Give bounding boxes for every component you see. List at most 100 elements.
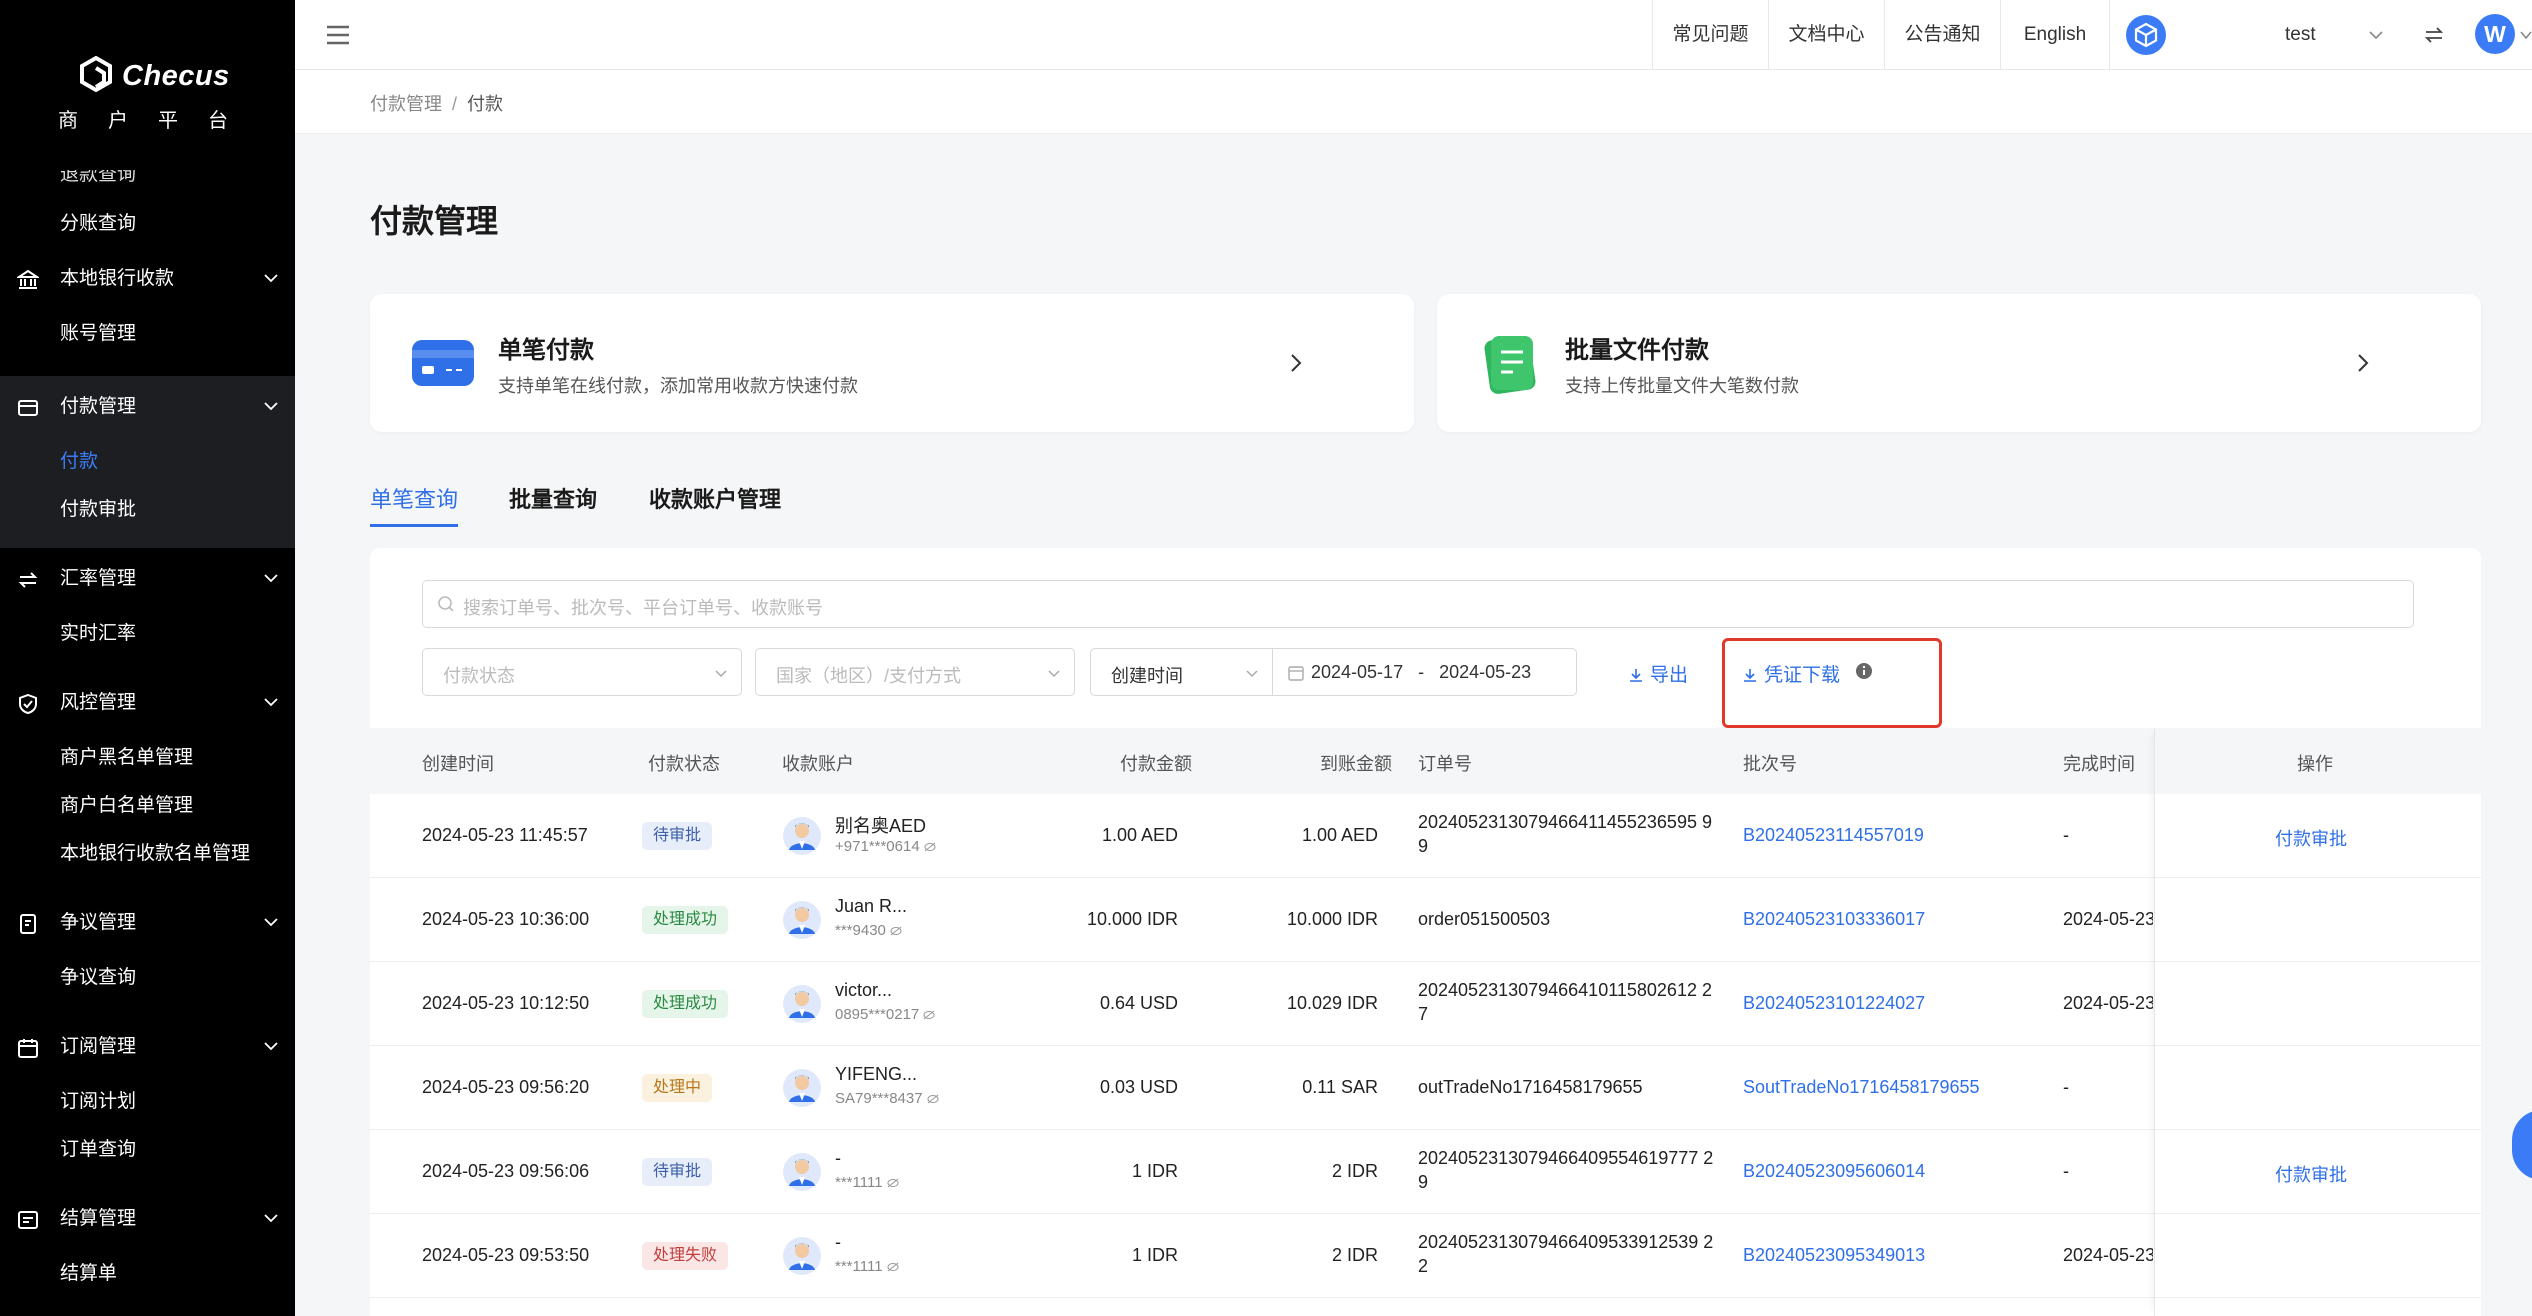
chevron-down-icon (264, 698, 278, 707)
batch-no-link[interactable]: B20240523095606014 (1743, 1161, 1925, 1182)
order-no: order051500503 (1418, 909, 1551, 929)
sidebar-item-label: 订阅计划 (60, 1091, 137, 1112)
tab-payee-accounts[interactable]: 收款账户管理 (649, 482, 781, 514)
time-type-select[interactable]: 创建时间 (1090, 648, 1273, 696)
col-order-no: 订单号 (1418, 754, 1472, 774)
date-range-text: 2024-05-17 - 2024-05-23 (1311, 662, 1531, 683)
chevron-down-icon[interactable] (2368, 28, 2384, 42)
status-select[interactable]: 付款状态 (422, 648, 742, 696)
chevron-down-icon (264, 1214, 278, 1223)
page-title: 付款管理 (370, 203, 499, 239)
date-start: 2024-05-17 (1311, 662, 1404, 682)
breadcrumb: 付款管理 / 付款 (370, 90, 503, 116)
sidebar-group-risk[interactable]: 风控管理 (0, 672, 295, 734)
tab-batch-query[interactable]: 批量查询 (509, 482, 597, 514)
brand-logo[interactable]: Checus 商户平台 (0, 0, 295, 170)
finish-time: - (2063, 1161, 2069, 1181)
sidebar-item-whitelist[interactable]: 商户白名单管理 (0, 782, 295, 830)
created-time: 2024-05-23 09:56:06 (422, 1161, 590, 1181)
payee-avatar (782, 816, 822, 856)
payee-account-no: ***1111 (835, 1174, 899, 1191)
chevron-down-icon (264, 574, 278, 583)
sidebar-item-order-query[interactable]: 订单查询 (0, 1126, 295, 1174)
finish-time: 2024-05-23 (2063, 1245, 2153, 1265)
sidebar-group-local-bank[interactable]: 本地银行收款 (0, 248, 295, 310)
batch-no-link[interactable]: B20240523114557019 (1743, 825, 1924, 846)
batch-no-link[interactable]: B20240523103336017 (1743, 909, 1925, 930)
finish-time: 2024-05-23 (2063, 993, 2153, 1013)
sidebar-item-split-query[interactable]: 分账查询 (0, 200, 295, 248)
sidebar-item-label: 商户黑名单管理 (60, 747, 194, 768)
sidebar-item-subscription-plan[interactable]: 订阅计划 (0, 1078, 295, 1126)
eye-off-icon[interactable] (927, 1094, 939, 1104)
bank-icon (17, 269, 39, 289)
merchant-cube-icon[interactable] (2125, 14, 2167, 56)
sidebar-item-refund-query[interactable]: 退款查询 (0, 170, 295, 200)
eye-off-icon[interactable] (924, 842, 936, 852)
eye-off-icon[interactable] (890, 926, 902, 936)
sidebar: Checus 商户平台 退款查询 分账查询 本地银行收款 账号管理 付款管理 付… (0, 0, 295, 1316)
language-switch[interactable]: English (2000, 0, 2110, 70)
checus-logo-icon (80, 56, 112, 93)
tab-single-query[interactable]: 单笔查询 (370, 482, 459, 527)
payee-name: Juan R... (835, 896, 908, 916)
country-method-select[interactable]: 国家（地区）/支付方式 (755, 648, 1075, 696)
payee-avatar (782, 984, 822, 1024)
payee-avatar (782, 1236, 822, 1276)
batch-file-payment-card[interactable]: 批量文件付款 支持上传批量文件大笔数付款 (1437, 294, 2481, 432)
sidebar-item-account-manage[interactable]: 账号管理 (0, 310, 295, 358)
user-avatar[interactable]: W (2475, 14, 2515, 54)
batch-no-link[interactable]: SoutTradeNo1716458179655 (1743, 1077, 1980, 1098)
docs-link[interactable]: 文档中心 (1768, 0, 1884, 70)
sidebar-item-realtime-rate[interactable]: 实时汇率 (0, 610, 295, 658)
faq-link[interactable]: 常见问题 (1652, 0, 1768, 70)
created-time: 2024-05-23 10:36:00 (422, 909, 590, 929)
brand-name: Checus (122, 60, 230, 92)
calendar-icon (18, 1039, 38, 1058)
order-no: 2024052313079466409554619777 29 (1418, 1148, 1714, 1192)
notice-link[interactable]: 公告通知 (1884, 0, 2000, 70)
switch-icon[interactable] (2423, 24, 2445, 46)
sidebar-item-dispute-query[interactable]: 争议查询 (0, 954, 295, 1002)
order-no: outTradeNo1716458179655 (1418, 1077, 1643, 1097)
pay-amount: 0.03 USD (1099, 1077, 1178, 1097)
batch-no-link[interactable]: B20240523095349013 (1743, 1245, 1925, 1266)
sidebar-group-settlement[interactable]: 结算管理 (0, 1188, 295, 1250)
dispute-icon (20, 914, 36, 934)
sidebar-group-payment[interactable]: 付款管理 (0, 376, 295, 438)
chevron-right-icon (2358, 354, 2369, 372)
sidebar-item-label: 付款 (60, 451, 99, 472)
sidebar-group-dispute[interactable]: 争议管理 (0, 892, 295, 954)
sidebar-item-local-bank-list[interactable]: 本地银行收款名单管理 (0, 830, 295, 878)
voucher-label: 凭证下载 (1764, 665, 1841, 686)
status-placeholder: 付款状态 (443, 666, 515, 686)
payee-account-text: ***1111 (835, 1258, 883, 1275)
created-time: 2024-05-23 09:53:50 (422, 1245, 590, 1265)
single-payment-card[interactable]: 单笔付款 支持单笔在线付款，添加常用收款方快速付款 (370, 294, 1414, 432)
sidebar-item-label: 本地银行收款 (60, 268, 175, 289)
date-range-picker[interactable]: 2024-05-17 - 2024-05-23 (1272, 648, 1577, 696)
search-input[interactable]: 搜索订单号、批次号、平台订单号、收款账号 (422, 580, 2414, 628)
payee-account-no: SA79***8437 (835, 1090, 939, 1107)
menu-toggle-icon[interactable] (325, 24, 351, 46)
shield-icon (19, 693, 37, 715)
sidebar-group-subscription[interactable]: 订阅管理 (0, 1016, 295, 1078)
chevron-down-icon[interactable] (2519, 28, 2532, 42)
eye-off-icon[interactable] (887, 1178, 899, 1188)
action-column (2154, 728, 2481, 1316)
sidebar-item-payment-approval[interactable]: 付款审批 (0, 486, 295, 534)
sidebar-group-exchange[interactable]: 汇率管理 (0, 548, 295, 610)
breadcrumb-parent[interactable]: 付款管理 (370, 94, 442, 114)
export-button[interactable]: 导出 (1628, 660, 1688, 687)
sidebar-item-payment[interactable]: 付款 (0, 438, 295, 486)
settlement-icon (18, 1211, 38, 1229)
sidebar-item-settlement-bill[interactable]: 结算单 (0, 1250, 295, 1298)
sidebar-item-blacklist[interactable]: 商户黑名单管理 (0, 734, 295, 782)
voucher-download-button[interactable]: 凭证下载 (1742, 660, 1840, 687)
info-icon[interactable] (1855, 662, 1873, 680)
batch-no-link[interactable]: B20240523101224027 (1743, 993, 1925, 1014)
merchant-name[interactable]: test (2285, 0, 2316, 70)
eye-off-icon[interactable] (923, 1010, 935, 1020)
eye-off-icon[interactable] (887, 1262, 899, 1272)
payee-account-text: SA79***8437 (835, 1090, 923, 1107)
